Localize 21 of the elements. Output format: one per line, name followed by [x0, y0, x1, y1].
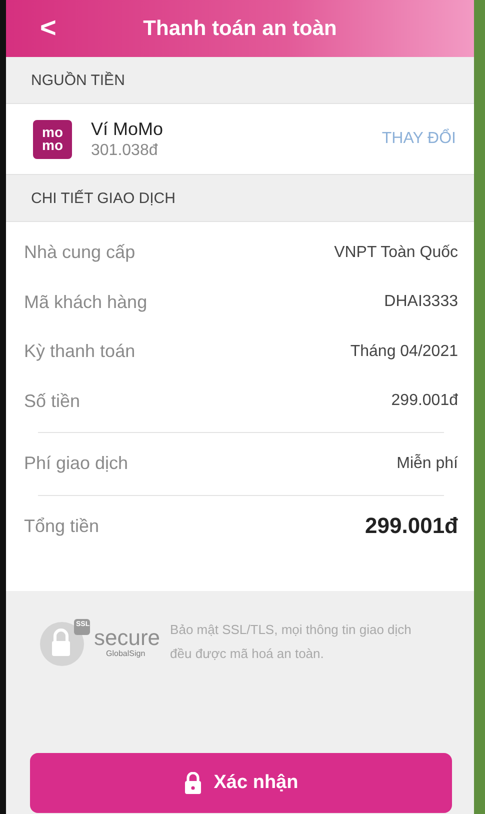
wallet-name: Ví MoMo [91, 118, 164, 140]
detail-label: Mã khách hàng [24, 292, 148, 313]
detail-label: Kỳ thanh toán [24, 341, 136, 362]
detail-value: VNPT Toàn Quốc [334, 244, 458, 262]
detail-value: DHAI3333 [384, 293, 458, 312]
wallet-balance: 301.038đ [91, 142, 159, 160]
detail-label: Số tiền [24, 390, 80, 412]
detail-value: 299.001đ [365, 513, 458, 540]
lock-icon [184, 772, 202, 794]
detail-label: Phí giao dịch [24, 453, 128, 474]
detail-label: Tổng tiền [24, 516, 100, 537]
detail-value: Miễn phí [396, 454, 458, 473]
detail-value: 299.001đ [391, 392, 458, 410]
wallet-logo: mo mo [33, 120, 72, 158]
change-link[interactable]: THAY ĐỔI [382, 130, 456, 148]
detail-label: Nhà cung cấp [24, 242, 136, 264]
screen-title: Thanh toán an toàn [143, 16, 337, 40]
back-button[interactable]: < [36, 10, 60, 46]
confirm-button[interactable]: Xác nhận [30, 753, 452, 813]
security-note: Bảo mật SSL/TLS, mọi thông tin giao dịch đều được mã hoá an toàn. [170, 621, 412, 663]
detail-value: Tháng 04/2021 [350, 342, 458, 361]
